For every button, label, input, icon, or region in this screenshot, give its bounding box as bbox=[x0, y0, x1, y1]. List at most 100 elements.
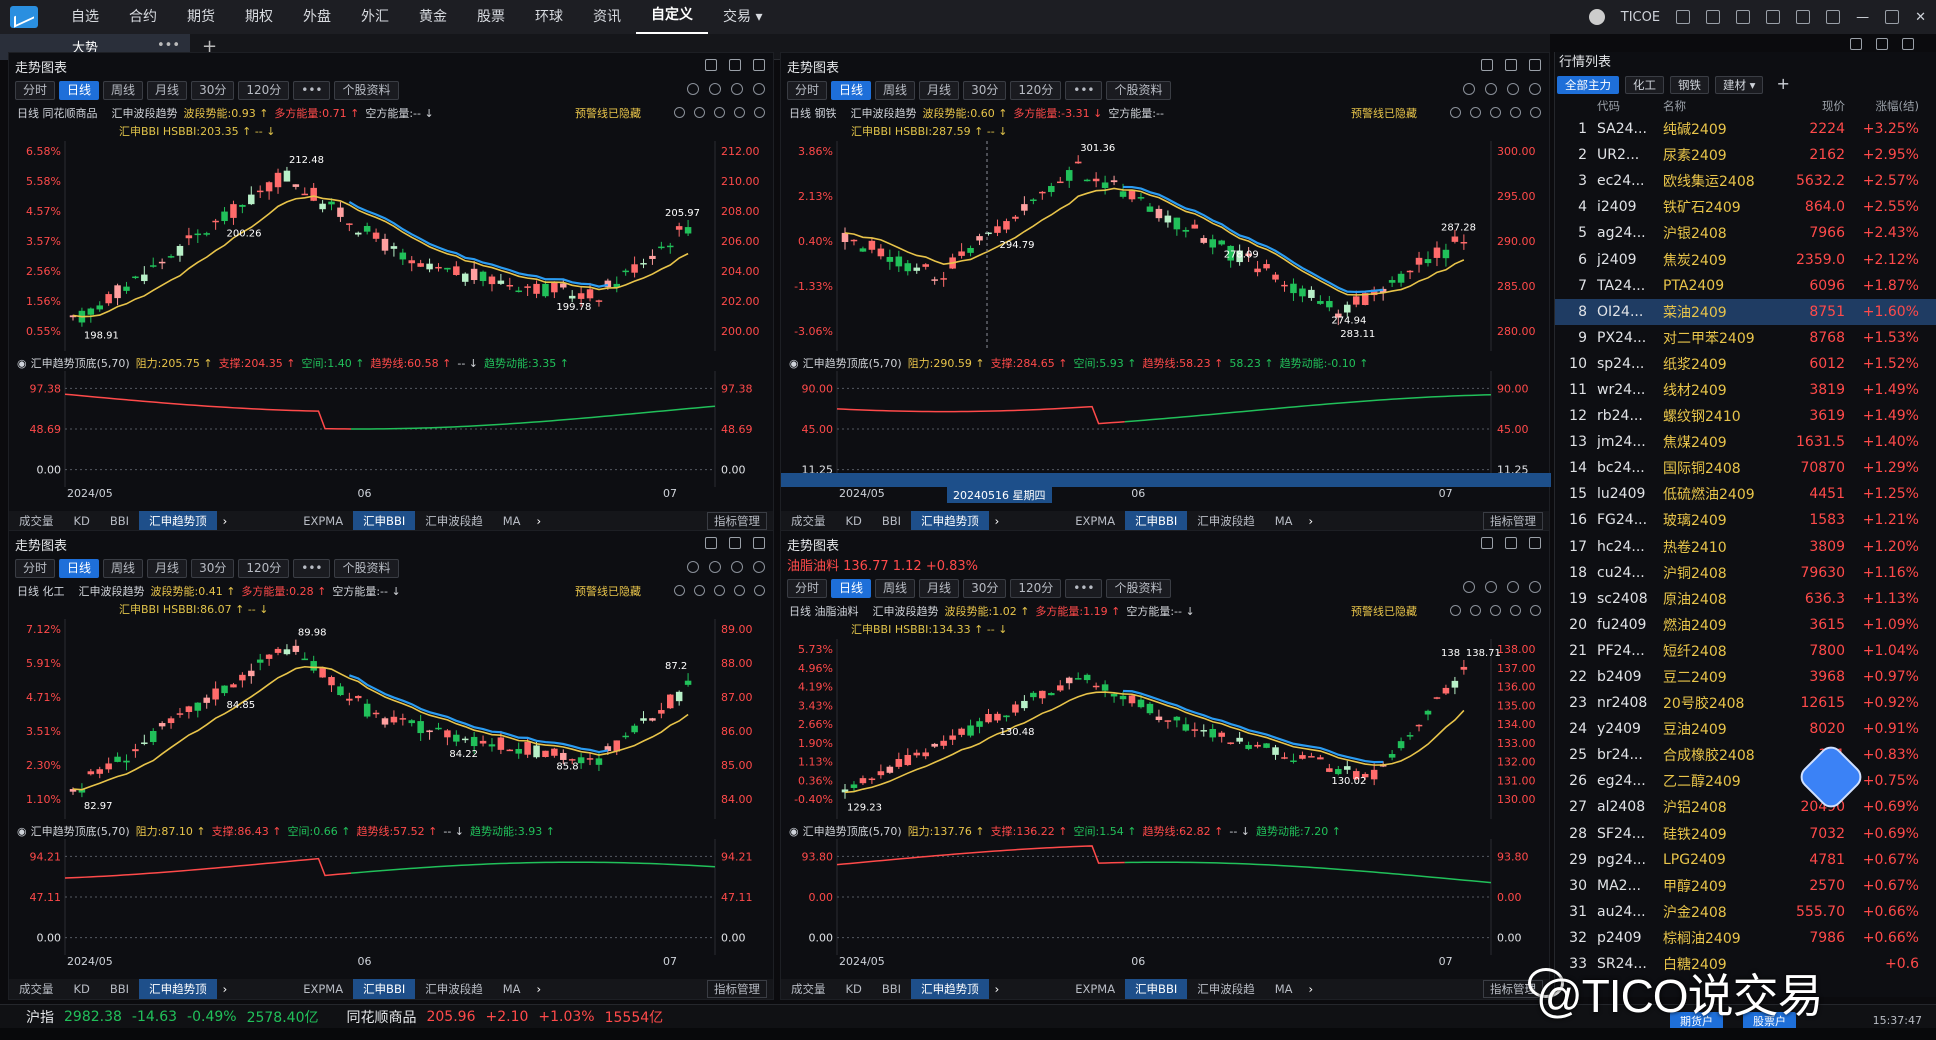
draw-icon[interactable] bbox=[687, 561, 699, 573]
indicator-tab-6[interactable]: 汇申BBI bbox=[353, 979, 416, 999]
quote-row[interactable]: 5 ag24... 沪银2408 7966 +2.43% bbox=[1555, 220, 1936, 246]
indicator-tab-8[interactable]: MA bbox=[493, 979, 531, 999]
period-3[interactable]: 月线 bbox=[147, 80, 188, 100]
period-4[interactable]: 30分 bbox=[191, 80, 235, 100]
indicator-tab-7[interactable]: 汇申波段趋 bbox=[1187, 511, 1265, 531]
indicator-tab-8[interactable]: MA bbox=[1265, 979, 1303, 999]
zoom-out-icon[interactable] bbox=[1490, 605, 1501, 616]
quote-row[interactable]: 30 MA2... 甲醇2409 2570 +0.67% bbox=[1555, 873, 1936, 899]
draw-icon[interactable] bbox=[687, 83, 699, 95]
indicator-tab-6[interactable]: 汇申BBI bbox=[1125, 979, 1188, 999]
zoom-in-icon[interactable] bbox=[1470, 605, 1481, 616]
indicator-tab-8[interactable]: MA bbox=[1265, 511, 1303, 531]
quote-tab-4[interactable]: + bbox=[1769, 76, 1796, 94]
candlestick-chart[interactable]: 3.86% 2.13% 0.40% -1.33% -3.06% 300.00 295.00 2… bbox=[781, 141, 1551, 351]
indicator-tab-1[interactable]: KD bbox=[64, 979, 100, 999]
quote-row[interactable]: 10 sp24... 纸浆2409 6012 +1.52% bbox=[1555, 351, 1936, 377]
zoom-out-icon[interactable] bbox=[714, 585, 725, 596]
quote-row[interactable]: 29 pg24... LPG2409 4781 +0.67% bbox=[1555, 847, 1936, 873]
share-icon[interactable] bbox=[753, 561, 765, 573]
period-0[interactable]: 分时 bbox=[787, 80, 828, 100]
copy-icon[interactable] bbox=[731, 561, 743, 573]
zoom-in-icon[interactable] bbox=[694, 585, 705, 596]
menu-item-9[interactable]: 资讯 bbox=[578, 0, 636, 34]
col-code[interactable]: 代码 bbox=[1597, 98, 1663, 114]
collapse-icon[interactable]: ◉ bbox=[789, 357, 799, 370]
period-0[interactable]: 分时 bbox=[787, 578, 828, 598]
quote-row[interactable]: 23 nr2408 20号胶2408 12615 +0.92% bbox=[1555, 690, 1936, 716]
period-6[interactable]: ••• bbox=[293, 80, 331, 100]
indicator-tab-0[interactable]: 成交量 bbox=[781, 511, 836, 531]
indicator-tab-2[interactable]: BBI bbox=[872, 979, 911, 999]
period-5[interactable]: 120分 bbox=[1010, 80, 1062, 100]
switch-icon[interactable] bbox=[1706, 10, 1721, 24]
grid-icon[interactable] bbox=[1505, 59, 1517, 71]
menu-icon[interactable] bbox=[753, 59, 765, 71]
period-6[interactable]: ••• bbox=[1065, 80, 1103, 100]
quote-tab-3[interactable]: 建材 ▾ bbox=[1715, 76, 1764, 94]
share-icon[interactable] bbox=[1529, 581, 1541, 593]
period-5[interactable]: 120分 bbox=[1010, 578, 1062, 598]
menu-item-1[interactable]: 合约 bbox=[114, 0, 172, 34]
layout-icon[interactable] bbox=[1902, 38, 1914, 50]
col-price[interactable]: 现价 bbox=[1775, 98, 1845, 114]
indicator-tab-7[interactable]: 汇申波段趋 bbox=[415, 511, 493, 531]
grid-icon[interactable] bbox=[1505, 537, 1517, 549]
indicator-tab-2[interactable]: BBI bbox=[100, 511, 139, 531]
indicator-tab-8[interactable]: MA bbox=[493, 511, 531, 531]
indicator-tab-9[interactable]: › bbox=[1303, 979, 1320, 999]
quote-row[interactable]: 21 PF24... 短纤2408 7800 +1.04% bbox=[1555, 638, 1936, 664]
quote-row[interactable]: 25br24...合成橡胶2408151+0.83% bbox=[1555, 742, 1936, 768]
period-2[interactable]: 周线 bbox=[103, 558, 144, 578]
indicator-tab-4[interactable]: › bbox=[989, 511, 1006, 531]
menu-icon[interactable] bbox=[1529, 537, 1541, 549]
period-0[interactable]: 分时 bbox=[15, 80, 56, 100]
col-name[interactable]: 名称 bbox=[1663, 98, 1775, 114]
fit-icon[interactable] bbox=[734, 585, 745, 596]
indicator-tab-4[interactable]: › bbox=[217, 511, 234, 531]
quote-row[interactable]: 24 y2409 豆油2409 8020 +0.91% bbox=[1555, 716, 1936, 742]
indicator-management-button[interactable]: 指标管理 bbox=[707, 512, 767, 530]
quote-row[interactable]: 14 bc24... 国际铜2408 70870 +1.29% bbox=[1555, 455, 1936, 481]
quote-row[interactable]: 17 hc24... 热卷2410 3809 +1.20% bbox=[1555, 534, 1936, 560]
zoom-out-icon[interactable] bbox=[1490, 107, 1501, 118]
period-2[interactable]: 周线 bbox=[875, 578, 916, 598]
warning-hidden-label[interactable]: 预警线已隐藏 bbox=[1351, 603, 1417, 619]
period-4[interactable]: 30分 bbox=[963, 578, 1007, 598]
search-icon[interactable] bbox=[705, 537, 717, 549]
quote-row[interactable]: 15 lu2409 低硫燃油2409 4451 +1.25% bbox=[1555, 481, 1936, 507]
quote-row[interactable]: 20 fu2409 燃油2409 3615 +1.09% bbox=[1555, 612, 1936, 638]
candlestick-chart[interactable]: 6.58% 5.58% 4.57% 3.57% 2.56% 1.56% 0.55% 212.0… bbox=[9, 141, 775, 351]
quote-row[interactable]: 16 FG24... 玻璃2409 1583 +1.21% bbox=[1555, 507, 1936, 533]
account-icon[interactable] bbox=[1588, 9, 1605, 25]
quote-row[interactable]: 6 j2409 焦炭2409 2359.0 +2.12% bbox=[1555, 246, 1936, 272]
period-6[interactable]: ••• bbox=[1065, 578, 1103, 598]
indicator-tab-5[interactable]: EXPMA bbox=[1065, 511, 1125, 531]
draw-icon[interactable] bbox=[1463, 581, 1475, 593]
search-icon[interactable] bbox=[705, 59, 717, 71]
period-4[interactable]: 30分 bbox=[191, 558, 235, 578]
indicator-tab-1[interactable]: KD bbox=[836, 511, 872, 531]
menu-item-7[interactable]: 股票 bbox=[462, 0, 520, 34]
indicator-tab-0[interactable]: 成交量 bbox=[9, 979, 64, 999]
menu-item-5[interactable]: 外汇 bbox=[346, 0, 404, 34]
menu-item-10[interactable]: 自定义 bbox=[636, 0, 708, 34]
menu-item-11[interactable]: 交易 ▾ bbox=[708, 0, 777, 34]
period-3[interactable]: 月线 bbox=[147, 558, 188, 578]
period-5[interactable]: 120分 bbox=[238, 80, 290, 100]
candlestick-chart[interactable]: 5.73% 4.96% 4.19% 3.43% 2.66% 1.90% 1.13% 0.36%… bbox=[781, 639, 1551, 819]
zoom-in-icon[interactable] bbox=[1470, 107, 1481, 118]
indicator-tab-5[interactable]: EXPMA bbox=[293, 979, 353, 999]
quote-row[interactable]: 3 ec24... 欧线集运2408 5632.2 +2.57% bbox=[1555, 168, 1936, 194]
menu-item-0[interactable]: 自选 bbox=[56, 0, 114, 34]
quote-row[interactable]: 4 i2409 铁矿石2409 864.0 +2.55% bbox=[1555, 194, 1936, 220]
warning-hidden-label[interactable]: 预警线已隐藏 bbox=[575, 583, 641, 599]
period-1[interactable]: 日线 bbox=[59, 558, 100, 578]
quote-row[interactable]: 9 PX24... 对二甲苯2409 8768 +1.53% bbox=[1555, 325, 1936, 351]
quote-row[interactable]: 1 SA24... 纯碱2409 2224 +3.25% bbox=[1555, 116, 1936, 142]
indicator-tab-6[interactable]: 汇申BBI bbox=[1125, 511, 1188, 531]
quote-row[interactable]: 7 TA24... PTA2409 6096 +1.87% bbox=[1555, 273, 1936, 299]
fit-icon[interactable] bbox=[734, 107, 745, 118]
indicator-tab-5[interactable]: EXPMA bbox=[293, 511, 353, 531]
trend-top-bottom-chart[interactable]: 90.00 90.00 45.00 45.00 11.25 11.25 bbox=[781, 371, 1551, 487]
